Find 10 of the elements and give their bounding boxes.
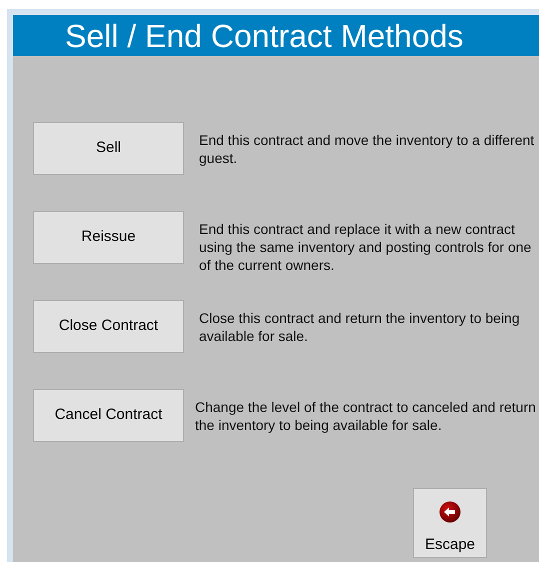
method-description: End this contract and replace it with a new contract using the same inventory and posting controls for one of the current owners. xyxy=(199,220,532,274)
method-button[interactable]: Sell xyxy=(33,122,184,175)
method-button[interactable]: Cancel Contract xyxy=(33,389,184,442)
method-button[interactable]: Reissue xyxy=(33,211,184,264)
dialog-title: Sell / End Contract Methods xyxy=(65,20,464,52)
method-button[interactable]: Close Contract xyxy=(33,300,184,353)
method-description: Change the level of the contract to canceled and return the inventory to being available for sale. xyxy=(195,398,537,434)
method-description: Close this contract and return the inventory to being available for sale. xyxy=(199,309,521,345)
method-description: End this contract and move the inventory to a different guest. xyxy=(199,131,536,167)
escape-button[interactable]: Escape xyxy=(413,488,487,558)
